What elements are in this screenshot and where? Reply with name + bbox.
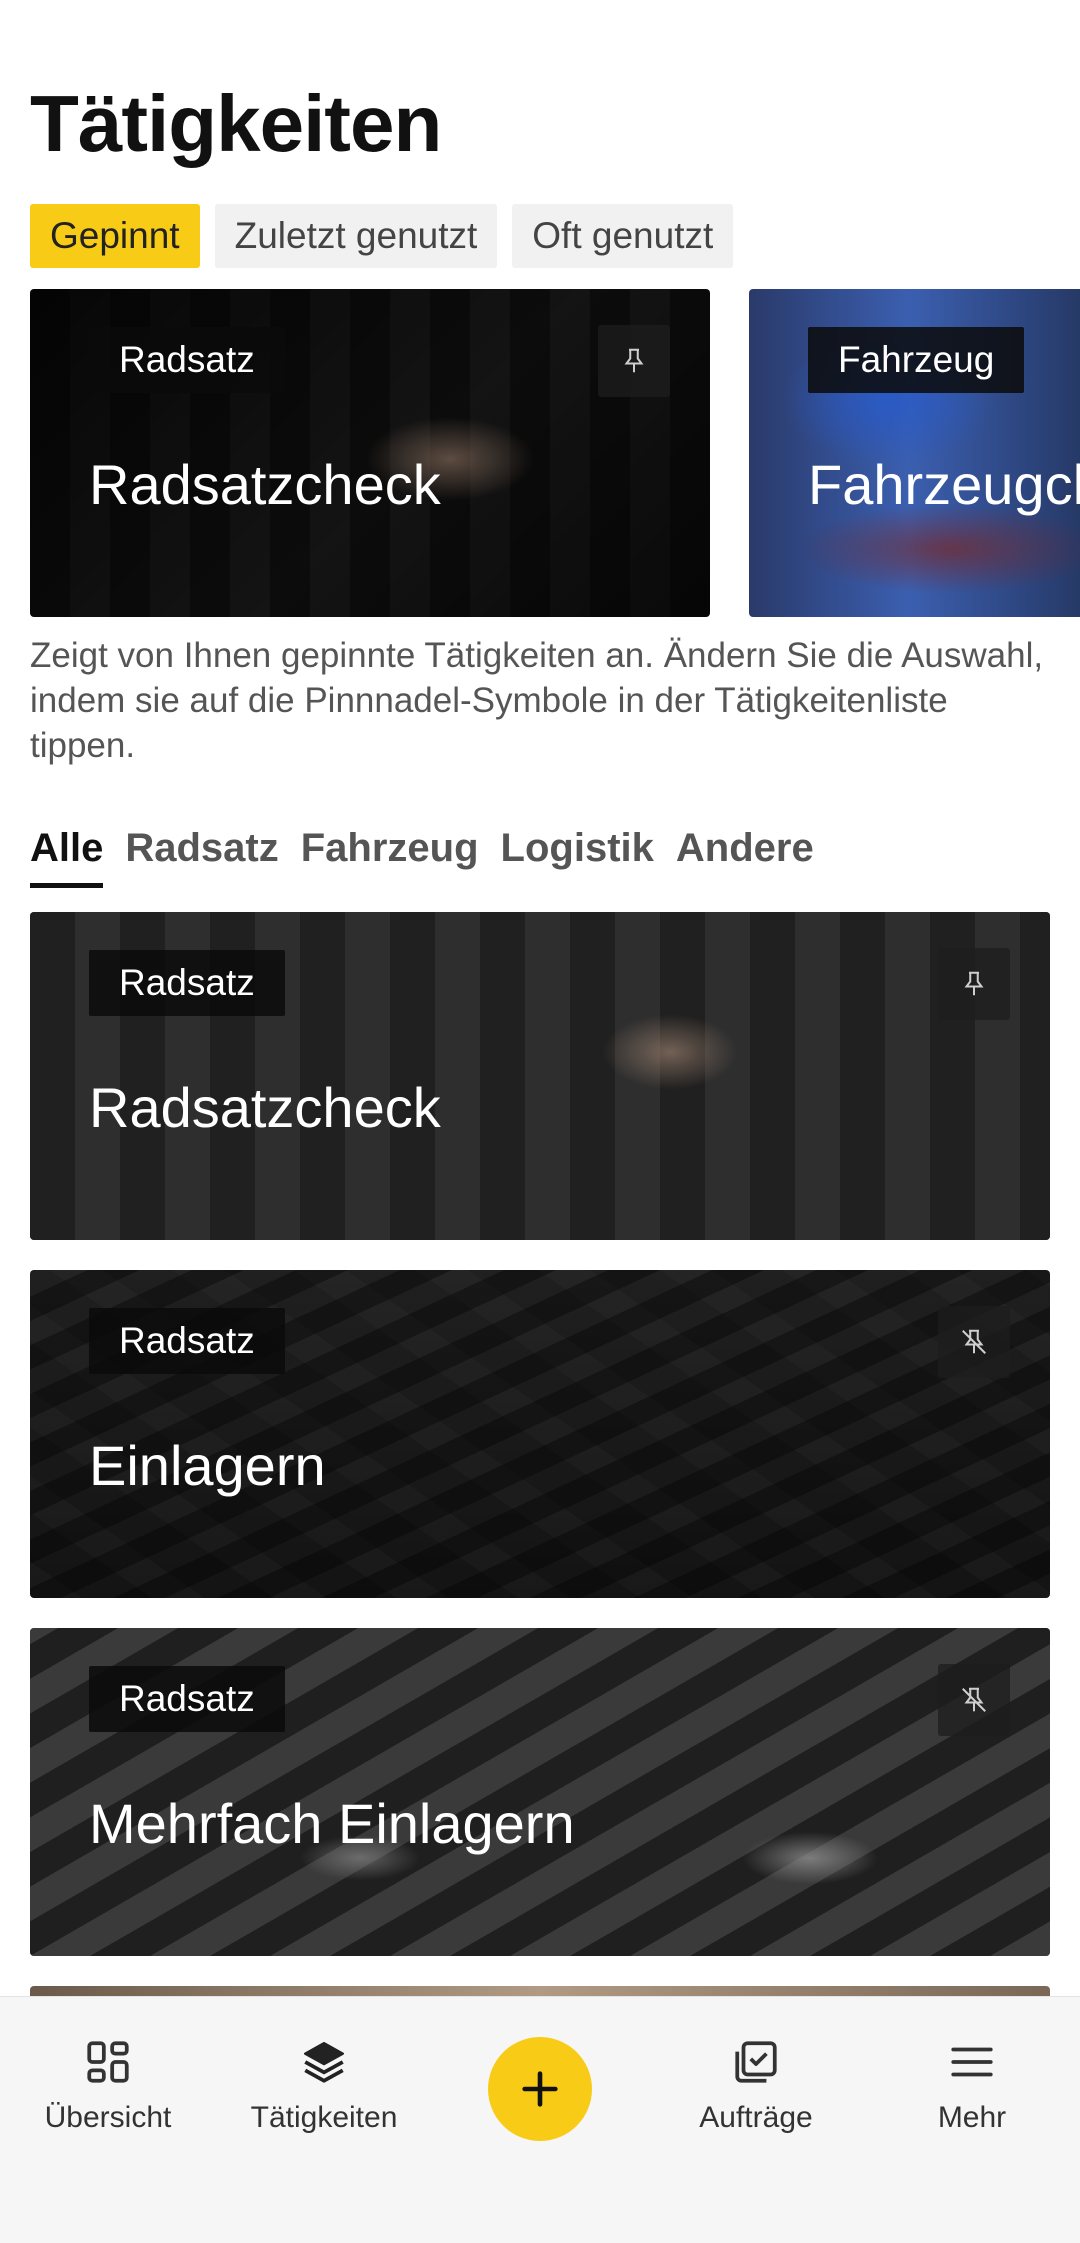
card-tag: Radsatz [89,1308,285,1374]
card-title: Fahrzeugcheck [808,453,1080,516]
nav-activities-label: Tätigkeiten [250,2101,398,2134]
nav-activities[interactable]: Tätigkeiten [216,2037,432,2135]
tab-andere[interactable]: Andere [676,826,814,888]
chip-oft-genutzt[interactable]: Oft genutzt [512,204,734,268]
pin-icon[interactable] [938,948,1010,1020]
tab-fahrzeug[interactable]: Fahrzeug [301,826,479,888]
card-tag: Radsatz [89,327,285,393]
pinned-card-fahrzeugcheck[interactable]: Fahrzeug Fahrzeugcheck [749,289,1080,617]
add-button[interactable] [488,2037,592,2141]
card-title: Einlagern [89,1434,326,1497]
activity-card-mehrfach-einlagern[interactable]: Radsatz Mehrfach Einlagern [30,1628,1050,1956]
activity-card-einlagern[interactable]: Radsatz Einlagern [30,1270,1050,1598]
filter-chips: Gepinnt Zuletzt genutzt Oft genutzt [30,204,734,268]
pinned-card-radsatzcheck[interactable]: Radsatz Radsatzcheck [30,289,710,617]
card-tag: Radsatz [89,950,285,1016]
tab-alle[interactable]: Alle [30,826,104,888]
card-tag: Fahrzeug [808,327,1025,393]
pin-off-icon[interactable] [938,1306,1010,1378]
grid-icon [87,2041,129,2083]
nav-more[interactable]: Mehr [864,2037,1080,2135]
plus-icon [522,2071,558,2107]
chip-zuletzt-genutzt[interactable]: Zuletzt genutzt [214,204,498,268]
pinned-description: Zeigt von Ihnen gepinnte Tätigkeiten an.… [30,636,1044,765]
tab-radsatz[interactable]: Radsatz [125,826,278,888]
bottom-navigation: Übersicht Tätigkeiten Aufträge Mehr [0,1996,1080,2243]
pin-icon[interactable] [598,325,670,397]
category-tabs: Alle Radsatz Fahrzeug Logistik Andere [30,826,814,888]
pin-off-icon[interactable] [938,1664,1010,1736]
card-title: Radsatzcheck [89,1076,441,1139]
nav-overview[interactable]: Übersicht [0,2037,216,2135]
nav-overview-label: Übersicht [44,2101,172,2134]
card-tag: Radsatz [89,1666,285,1732]
tab-logistik[interactable]: Logistik [501,826,654,888]
chip-gepinnt[interactable]: Gepinnt [30,204,200,268]
menu-icon [951,2047,993,2077]
layers-icon [304,2042,344,2083]
activity-card-radsatzcheck[interactable]: Radsatz Radsatzcheck [30,912,1050,1240]
nav-more-label: Mehr [937,2101,1007,2134]
nav-orders-label: Aufträge [699,2101,813,2134]
page-title: Tätigkeiten [30,79,442,168]
checklist-icon [735,2041,777,2083]
pinned-carousel[interactable]: Radsatz Radsatzcheck Fahrzeug Fahrzeugch… [30,289,1080,617]
nav-orders[interactable]: Aufträge [648,2037,864,2135]
card-title: Radsatzcheck [89,453,441,516]
card-title: Mehrfach Einlagern [89,1792,575,1855]
